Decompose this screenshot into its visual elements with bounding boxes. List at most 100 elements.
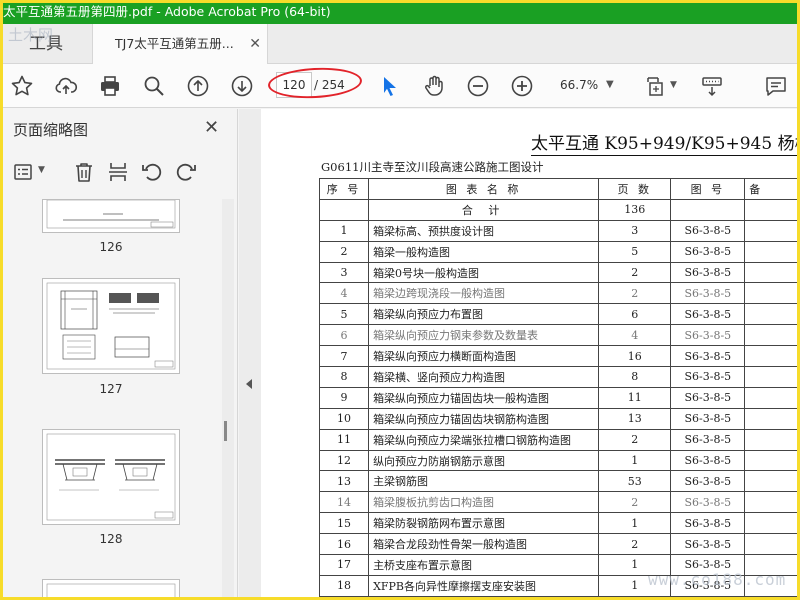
- chevron-down-icon[interactable]: ▼: [38, 165, 45, 175]
- table-row: 8 箱梁横、竖向预应力构造图 8 S6-3-8-5: [318, 366, 800, 388]
- hand-tool-icon[interactable]: [420, 72, 448, 100]
- column-header: 页 数: [598, 178, 672, 200]
- row-pages: 8: [598, 366, 672, 388]
- row-pages: 2: [598, 428, 672, 451]
- zoom-out-icon[interactable]: [464, 72, 492, 100]
- row-title: 箱梁纵向预应力锚固齿块钢筋构造图: [368, 407, 600, 430]
- total-label: 合 计: [368, 198, 600, 221]
- row-drawing-code: S6-3-8-5: [670, 407, 746, 430]
- watermark-logo: 土木网: [8, 26, 54, 44]
- zoom-level-select[interactable]: 66.7%: [560, 72, 598, 98]
- row-drawing-code: S6-3-8-5: [670, 240, 746, 263]
- star-icon[interactable]: [8, 72, 36, 100]
- comment-icon[interactable]: [762, 72, 790, 100]
- table-row: 13 主梁钢筋图 53 S6-3-8-5: [318, 470, 800, 493]
- page-down-icon[interactable]: [228, 72, 256, 100]
- thumbnail-scrollbar[interactable]: [222, 199, 234, 600]
- table-row: 9 箱梁纵向预应力锚固齿块一般构造图 11 S6-3-8-5: [318, 386, 800, 409]
- rotate-left-icon[interactable]: [138, 158, 166, 186]
- row-drawing-code: S6-3-8-5: [670, 428, 746, 451]
- search-icon[interactable]: [140, 72, 168, 100]
- zoom-in-icon[interactable]: [508, 72, 536, 100]
- table-row: 15 箱梁防裂钢筋网布置示意图 1 S6-3-8-5: [318, 512, 800, 535]
- thumbnail-toolbar: ▼: [0, 153, 238, 191]
- window-title-bar: 太平互通第五册第四册.pdf - Adobe Acrobat Pro (64-b…: [0, 0, 800, 24]
- main-toolbar: 120 / 254 66.7% ▼ ▼: [0, 64, 800, 108]
- document-subtitle: G0611川主寺至汶川段高速公路施工图设计: [321, 160, 544, 174]
- row-remark: [744, 324, 800, 347]
- row-pages: 2: [598, 491, 672, 514]
- row-drawing-code: S6-3-8-5: [670, 282, 746, 305]
- row-number: 7: [318, 345, 370, 368]
- page-thumbnail[interactable]: [42, 429, 180, 525]
- column-header: 图 号: [670, 178, 746, 200]
- select-cursor-icon[interactable]: [376, 72, 404, 100]
- trash-icon[interactable]: [70, 158, 98, 186]
- row-title: 箱梁纵向预应力梁端张拉槽口钢筋构造图: [368, 428, 600, 451]
- row-remark: [744, 449, 800, 472]
- insert-page-icon[interactable]: [104, 158, 132, 186]
- table-row: 3 箱梁0号块一般构造图 2 S6-3-8-5: [318, 261, 800, 284]
- row-title: XFPB各向异性摩擦摆支座安装图: [368, 574, 600, 597]
- chevron-left-icon[interactable]: [246, 379, 252, 389]
- table-row: 5 箱梁纵向预应力布置图 6 S6-3-8-5: [318, 303, 800, 326]
- fit-page-icon[interactable]: [642, 72, 670, 100]
- row-remark: [744, 470, 800, 493]
- print-icon[interactable]: [96, 72, 124, 100]
- options-list-icon[interactable]: [10, 158, 38, 186]
- row-drawing-code: S6-3-8-5: [670, 470, 746, 493]
- row-title: 主桥支座布置示意图: [368, 554, 600, 576]
- row-number: 16: [318, 533, 370, 556]
- row-drawing-code: S6-3-8-5: [670, 324, 746, 347]
- row-drawing-code: S6-3-8-5: [670, 219, 746, 242]
- row-remark: [744, 282, 800, 305]
- row-pages: 13: [598, 407, 672, 430]
- row-number: 5: [318, 303, 370, 326]
- table-total-row: 合 计 136: [318, 198, 800, 221]
- row-pages: 6: [598, 303, 672, 326]
- row-pages: 16: [598, 345, 672, 368]
- cloud-upload-icon[interactable]: [52, 72, 80, 100]
- row-drawing-code: S6-3-8-5: [670, 386, 746, 409]
- row-pages: 2: [598, 282, 672, 305]
- thumbnail-list[interactable]: 126 127 128: [0, 199, 222, 600]
- row-title: 箱梁标高、预拱度设计图: [368, 219, 600, 242]
- close-icon[interactable]: ✕: [204, 117, 219, 138]
- table-row: 6 箱梁纵向预应力钢束参数及数量表 4 S6-3-8-5: [318, 324, 800, 347]
- row-title: 主梁钢筋图: [368, 470, 600, 493]
- row-drawing-code: S6-3-8-5: [670, 345, 746, 368]
- page-thumbnail[interactable]: [42, 278, 180, 374]
- tab-document[interactable]: TJ7太平互通第五册... ✕: [92, 24, 268, 64]
- chevron-down-icon[interactable]: ▼: [606, 72, 614, 98]
- page-thumbnails-panel: 页面缩略图 ✕ ▼ 126 127 128: [0, 109, 238, 600]
- thumbnail-page-number: 126: [99, 240, 123, 254]
- table-row: 12 纵向预应力防崩钢筋示意图 1 S6-3-8-5: [318, 449, 800, 472]
- row-remark: [744, 512, 800, 535]
- document-view[interactable]: 太平互通 K95+949/K95+945 杨柳 G0611川主寺至汶川段高速公路…: [261, 109, 800, 600]
- row-pages: 3: [598, 219, 672, 242]
- page-thumbnail[interactable]: [42, 579, 180, 600]
- row-number: 4: [318, 282, 370, 305]
- chevron-down-icon[interactable]: ▼: [670, 72, 677, 98]
- row-number: 3: [318, 261, 370, 284]
- row-number: 9: [318, 386, 370, 409]
- keyboard-scroll-icon[interactable]: [698, 72, 726, 100]
- row-title: 箱梁纵向预应力布置图: [368, 303, 600, 326]
- column-header: 图 表 名 称: [368, 178, 600, 200]
- page-thumbnail[interactable]: [42, 199, 180, 233]
- row-number: 10: [318, 407, 370, 430]
- row-title: 箱梁合龙段劲性骨架一般构造图: [368, 533, 600, 556]
- close-icon[interactable]: ✕: [249, 24, 261, 64]
- row-drawing-code: S6-3-8-5: [670, 366, 746, 388]
- panel-collapse-handle[interactable]: [239, 109, 261, 600]
- row-number: 2: [318, 240, 370, 263]
- row-title: 箱梁纵向预应力锚固齿块一般构造图: [368, 386, 600, 409]
- scrollbar-thumb[interactable]: [224, 421, 227, 441]
- row-number: 14: [318, 491, 370, 514]
- page-up-icon[interactable]: [184, 72, 212, 100]
- rotate-right-icon[interactable]: [172, 158, 200, 186]
- row-drawing-code: S6-3-8-5: [670, 303, 746, 326]
- table-row: 7 箱梁纵向预应力横断面构造图 16 S6-3-8-5: [318, 345, 800, 368]
- watermark-site: www.co188.com: [648, 570, 787, 589]
- table-header-row: 序 号 图 表 名 称 页 数 图 号 备: [318, 178, 800, 200]
